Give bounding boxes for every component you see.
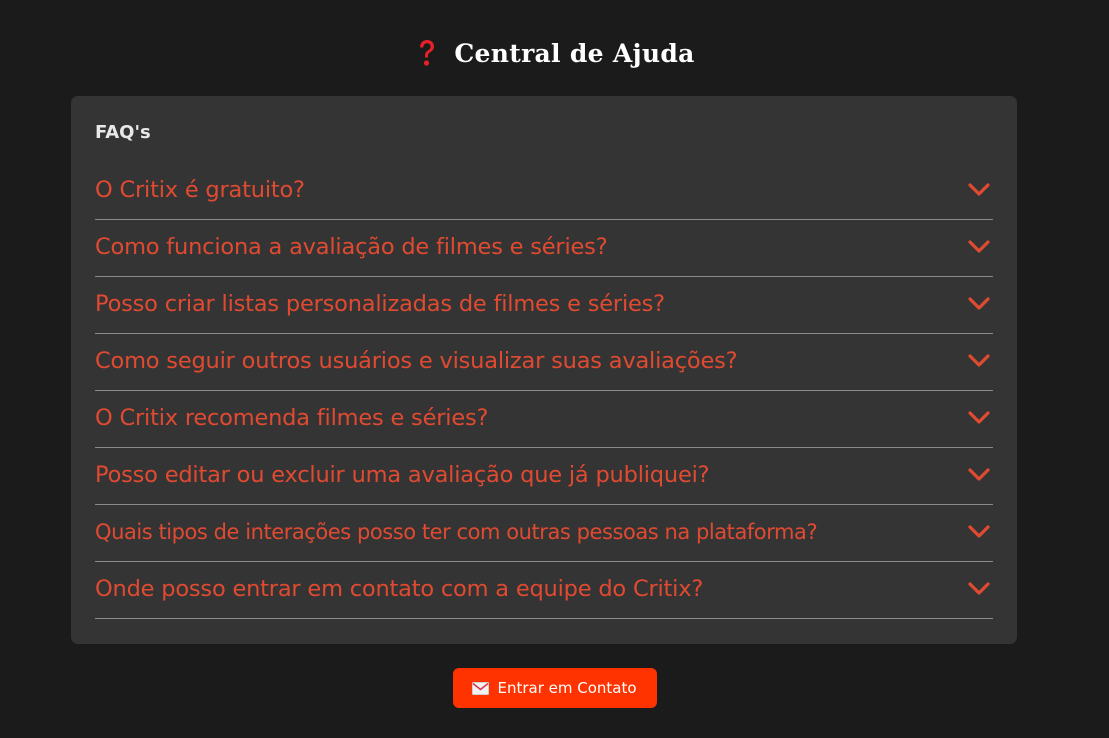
faq-item[interactable]: Posso criar listas personalizadas de fil…: [95, 277, 993, 334]
contact-button[interactable]: Entrar em Contato: [452, 668, 657, 708]
chevron-down-icon[interactable]: [967, 581, 991, 597]
chevron-down-icon[interactable]: [967, 182, 991, 198]
faq-item[interactable]: Posso editar ou excluir uma avaliação qu…: [95, 448, 993, 505]
faq-label: FAQ's: [95, 122, 151, 143]
faq-question: O Critix é gratuito?: [95, 176, 305, 203]
faq-item[interactable]: Onde posso entrar em contato com a equip…: [95, 562, 993, 619]
faq-question: Como funciona a avaliação de filmes e sé…: [95, 233, 608, 260]
faq-question: Quais tipos de interações posso ter com …: [95, 519, 818, 544]
faq-question: Onde posso entrar em contato com a equip…: [95, 575, 704, 602]
chevron-down-icon[interactable]: [967, 353, 991, 369]
chevron-down-icon[interactable]: [967, 296, 991, 312]
faq-question: Posso editar ou excluir uma avaliação qu…: [95, 461, 710, 488]
chevron-down-icon[interactable]: [967, 410, 991, 426]
faq-panel: FAQ's O Critix é gratuito? Como funciona…: [71, 96, 1017, 644]
page-title: Central de Ajuda: [454, 38, 695, 68]
question-mark-icon: [414, 36, 440, 70]
faq-question: Posso criar listas personalizadas de fil…: [95, 290, 665, 317]
page-header: Central de Ajuda: [0, 33, 1109, 73]
faq-item[interactable]: O Critix é gratuito?: [95, 163, 993, 220]
envelope-icon: [472, 681, 490, 695]
faq-list: O Critix é gratuito? Como funciona a ava…: [95, 163, 993, 619]
faq-question: O Critix recomenda filmes e séries?: [95, 404, 489, 431]
contact-button-wrap: Entrar em Contato: [0, 668, 1109, 708]
faq-item[interactable]: Como seguir outros usuários e visualizar…: [95, 334, 993, 391]
contact-button-label: Entrar em Contato: [497, 679, 637, 697]
faq-item[interactable]: Como funciona a avaliação de filmes e sé…: [95, 220, 993, 277]
faq-item[interactable]: O Critix recomenda filmes e séries?: [95, 391, 993, 448]
faq-question: Como seguir outros usuários e visualizar…: [95, 347, 738, 374]
chevron-down-icon[interactable]: [967, 239, 991, 255]
chevron-down-icon[interactable]: [967, 524, 991, 540]
faq-item[interactable]: Quais tipos de interações posso ter com …: [95, 505, 993, 562]
chevron-down-icon[interactable]: [967, 467, 991, 483]
